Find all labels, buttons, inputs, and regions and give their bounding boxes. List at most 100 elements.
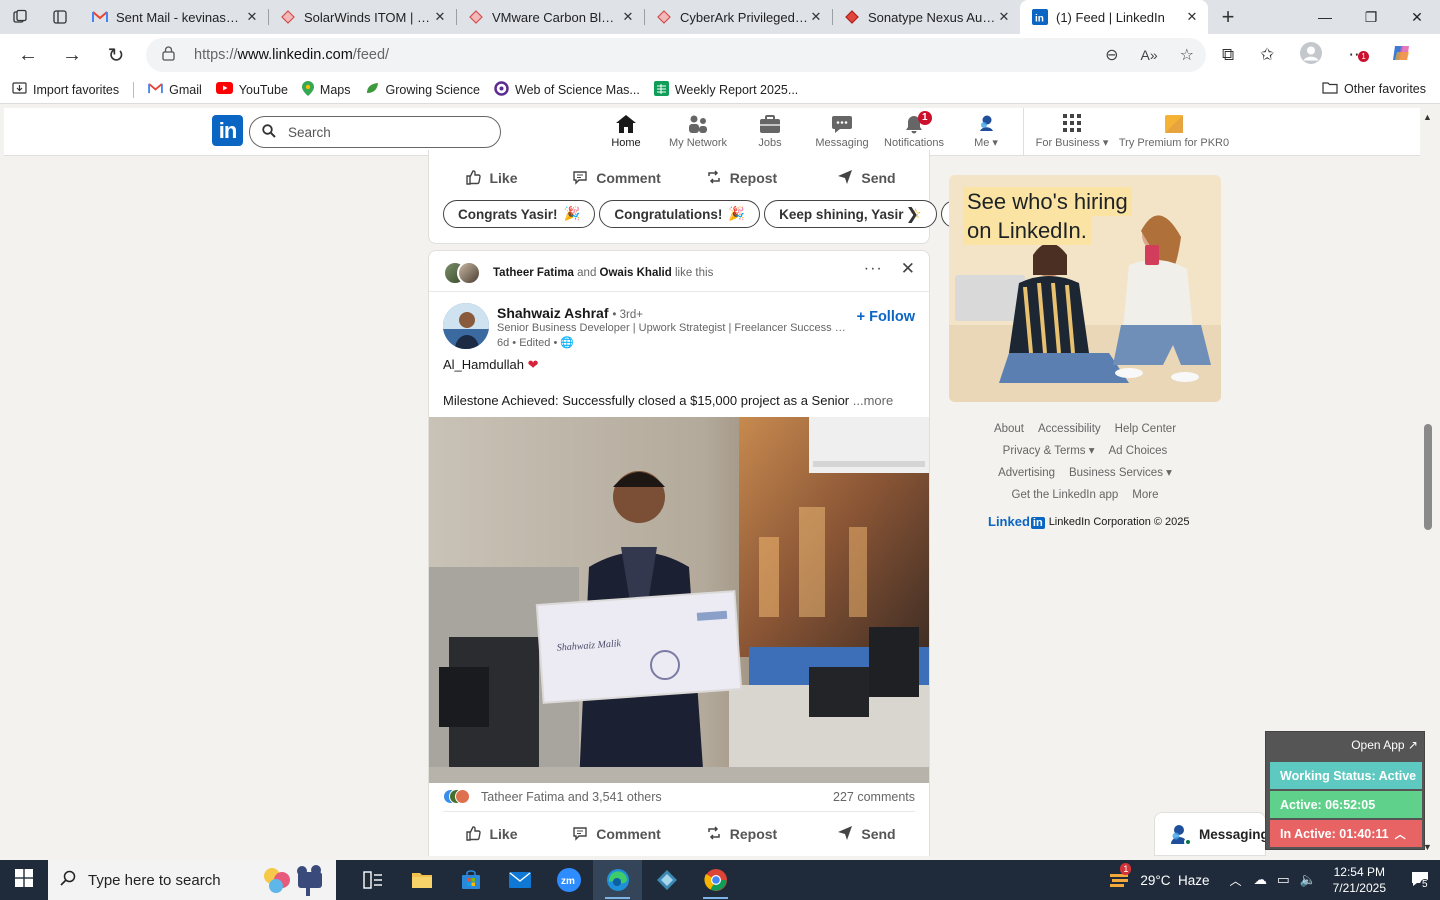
refresh-icon[interactable]: ↻ bbox=[94, 43, 138, 68]
nav-premium[interactable]: Try Premium for PKR0 bbox=[1118, 108, 1230, 156]
favorite-youtube[interactable]: YouTube bbox=[215, 82, 288, 97]
profile-avatar-icon[interactable] bbox=[1300, 41, 1323, 69]
more-options-icon[interactable]: ··· bbox=[864, 260, 883, 278]
favorite-maps[interactable]: Maps bbox=[301, 80, 351, 99]
browser-tab[interactable]: SolarWinds ITOM | IT Operations ✕ bbox=[268, 0, 456, 34]
settings-more-icon[interactable]: ⋯ 1 bbox=[1348, 45, 1369, 65]
task-view-icon[interactable] bbox=[348, 860, 397, 900]
nav-messaging[interactable]: Messaging bbox=[806, 108, 878, 156]
show-hidden-icons-icon[interactable]: ︿ bbox=[1230, 872, 1242, 889]
favorite-growing-science[interactable]: Growing Science bbox=[365, 81, 480, 99]
like-button[interactable]: Like bbox=[429, 164, 554, 192]
messaging-overlay[interactable]: Messaging bbox=[1154, 812, 1269, 856]
footer-link[interactable]: Advertising bbox=[998, 462, 1055, 484]
browser-tab[interactable]: VMware Carbon Black EDR ✕ bbox=[456, 0, 644, 34]
browser-tab[interactable]: Sonatype Nexus Auditor ✕ bbox=[832, 0, 1020, 34]
comment-button[interactable]: Comment bbox=[554, 164, 679, 192]
chevron-right-icon[interactable]: ❯ bbox=[906, 204, 919, 224]
repost-button[interactable]: Repost bbox=[679, 164, 804, 192]
nav-notifications[interactable]: 1 Notifications bbox=[878, 108, 950, 156]
favorite-gmail[interactable]: Gmail bbox=[148, 83, 202, 97]
mail-icon[interactable] bbox=[495, 860, 544, 900]
linkedin-search[interactable]: Search bbox=[249, 116, 501, 148]
chevron-up-icon[interactable]: ︿ bbox=[1395, 826, 1406, 842]
volume-icon[interactable]: 🔈 bbox=[1300, 872, 1317, 888]
close-tab-icon[interactable]: ✕ bbox=[808, 9, 824, 25]
footer-link[interactable]: Privacy & Terms ▾ bbox=[1003, 440, 1095, 462]
favorite-import[interactable]: Import favorites bbox=[12, 81, 119, 98]
favorites-list-icon[interactable]: ✩ bbox=[1260, 45, 1274, 65]
scroll-up-icon[interactable]: ▲ bbox=[1423, 112, 1432, 122]
send-button[interactable]: Send bbox=[804, 164, 929, 192]
author-name[interactable]: Shahwaiz Ashraf • 3rd+ bbox=[497, 305, 643, 321]
zoom-icon[interactable]: ⊖ bbox=[1105, 45, 1118, 65]
close-icon[interactable]: ✕ bbox=[901, 259, 915, 279]
close-tab-icon[interactable]: ✕ bbox=[996, 9, 1012, 25]
browser-tab[interactable]: CyberArk Privileged Access ✕ bbox=[644, 0, 832, 34]
see-more-link[interactable]: ...more bbox=[853, 393, 893, 408]
edge-icon[interactable] bbox=[593, 860, 642, 900]
favorite-weekly-report[interactable]: Weekly Report 2025... bbox=[653, 80, 798, 99]
reactions-summary[interactable]: Tatheer Fatima and 3,541 others bbox=[443, 789, 662, 804]
taskbar-search[interactable]: Type here to search bbox=[48, 860, 336, 900]
system-clock[interactable]: 12:54 PM 7/21/2025 bbox=[1333, 864, 1386, 896]
close-tab-icon[interactable]: ✕ bbox=[620, 9, 636, 25]
favorite-star-icon[interactable]: ☆ bbox=[1180, 45, 1194, 65]
send-button[interactable]: Send bbox=[804, 819, 929, 849]
close-tab-icon[interactable]: ✕ bbox=[244, 9, 260, 25]
hiring-ad[interactable]: See who's hiring on LinkedIn. bbox=[949, 175, 1221, 402]
like-button[interactable]: Like bbox=[429, 819, 554, 849]
favorite-web-of-science[interactable]: Web of Science Mas... bbox=[494, 80, 640, 99]
post-image[interactable]: Shahwaiz Malik bbox=[429, 417, 929, 783]
avatar[interactable] bbox=[457, 261, 481, 285]
footer-link[interactable]: About bbox=[994, 418, 1024, 440]
nav-me[interactable]: Me ▾ bbox=[950, 108, 1022, 156]
maximize-icon[interactable]: ❐ bbox=[1348, 0, 1394, 34]
comments-count[interactable]: 227 comments bbox=[833, 790, 915, 804]
footer-link[interactable]: Ad Choices bbox=[1109, 440, 1168, 462]
author-avatar[interactable] bbox=[443, 303, 489, 349]
browser-tab-active[interactable]: in (1) Feed | LinkedIn ✕ bbox=[1020, 0, 1208, 34]
store-icon[interactable] bbox=[446, 860, 495, 900]
back-icon[interactable]: ← bbox=[6, 44, 50, 67]
lock-icon[interactable] bbox=[162, 45, 178, 65]
minimize-icon[interactable]: — bbox=[1302, 0, 1348, 34]
repost-button[interactable]: Repost bbox=[679, 819, 804, 849]
forward-icon[interactable]: → bbox=[50, 44, 94, 67]
other-favorites[interactable]: Other favorites bbox=[1322, 81, 1426, 97]
weather-text[interactable]: 29°C Haze bbox=[1140, 873, 1209, 888]
copilot-icon[interactable] bbox=[1391, 42, 1413, 69]
url-bar[interactable]: https://www.linkedin.com/feed/ ⊖ A» ☆ bbox=[146, 38, 1206, 72]
close-window-icon[interactable]: ✕ bbox=[1394, 0, 1440, 34]
extensions-icon[interactable]: ⧉ bbox=[1222, 45, 1234, 65]
onedrive-icon[interactable]: ☁ bbox=[1254, 872, 1268, 888]
comment-button[interactable]: Comment bbox=[554, 819, 679, 849]
close-tab-icon[interactable]: ✕ bbox=[432, 9, 448, 25]
network-icon[interactable]: ▭ bbox=[1277, 872, 1290, 888]
weather-icon[interactable]: 1 bbox=[1108, 862, 1132, 892]
tab-actions-icon[interactable] bbox=[40, 0, 80, 34]
open-app-button[interactable]: Open App ↗ bbox=[1351, 738, 1418, 752]
notifications-icon[interactable]: 5 bbox=[1400, 871, 1440, 890]
footer-link[interactable]: Accessibility bbox=[1038, 418, 1101, 440]
footer-link[interactable]: Help Center bbox=[1115, 418, 1176, 440]
scrollbar-thumb[interactable] bbox=[1424, 424, 1432, 530]
nav-home[interactable]: Home bbox=[590, 108, 662, 157]
read-aloud-icon[interactable]: A» bbox=[1141, 47, 1158, 63]
close-tab-icon[interactable]: ✕ bbox=[1184, 9, 1200, 25]
kali-app-icon[interactable] bbox=[642, 860, 691, 900]
file-explorer-icon[interactable] bbox=[397, 860, 446, 900]
footer-link[interactable]: Get the LinkedIn app bbox=[1012, 484, 1119, 506]
footer-link[interactable]: More bbox=[1132, 484, 1158, 506]
zoom-app-icon[interactable]: zm bbox=[544, 860, 593, 900]
nav-for-business[interactable]: For Business ▾ bbox=[1034, 108, 1110, 156]
nav-jobs[interactable]: Jobs bbox=[734, 108, 806, 156]
workspaces-icon[interactable] bbox=[0, 0, 40, 34]
reply-chip[interactable]: Congratulations! 🎉 bbox=[599, 200, 761, 228]
nav-my-network[interactable]: My Network bbox=[662, 108, 734, 156]
reply-chip[interactable]: Congrats Yasir! 🎉 bbox=[443, 200, 596, 228]
follow-button[interactable]: + Follow bbox=[857, 309, 915, 325]
new-tab-icon[interactable]: + bbox=[1208, 4, 1248, 30]
chrome-icon[interactable] bbox=[691, 860, 740, 900]
footer-link[interactable]: Business Services ▾ bbox=[1069, 462, 1172, 484]
